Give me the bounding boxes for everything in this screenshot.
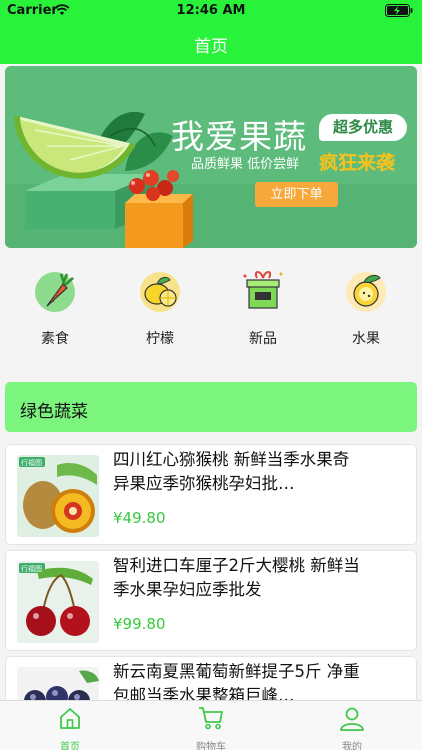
lemon-icon bbox=[140, 272, 180, 312]
category-new[interactable]: 新品 bbox=[213, 262, 313, 348]
banner-headline: 我爱果蔬 bbox=[171, 117, 307, 156]
status-bar: Carrier 12:46 AM bbox=[0, 0, 422, 22]
category-label: 新品 bbox=[249, 331, 277, 347]
nav-bar: 首页 bbox=[0, 22, 422, 64]
product-name: 智利进口车厘子2斤大樱桃 新鲜当季水果孕妇应季批发 bbox=[113, 556, 360, 599]
product-price: ¥49.80 bbox=[113, 509, 166, 527]
cart-icon bbox=[199, 707, 223, 730]
cherry-tag: 行福图 bbox=[21, 565, 42, 573]
category-label: 柠檬 bbox=[146, 331, 174, 347]
fruit-icon bbox=[346, 272, 386, 312]
category-label: 素食 bbox=[41, 331, 69, 347]
order-now-button[interactable]: 立即下单 bbox=[255, 182, 338, 207]
home-icon bbox=[60, 708, 80, 729]
category-vegetarian[interactable]: 素食 bbox=[5, 262, 105, 348]
product-price: ¥99.80 bbox=[113, 615, 166, 633]
banner-slogan: 疯狂来袭 bbox=[319, 152, 396, 174]
tab-cart[interactable]: 购物车 bbox=[141, 701, 281, 750]
tab-label: 首页 bbox=[60, 742, 80, 750]
promo-banner[interactable]: 我爱果蔬 超多优惠 品质鲜果 低价尝鲜 疯狂来袭 立即下单 bbox=[5, 66, 417, 248]
status-time: 12:46 AM bbox=[176, 3, 246, 18]
carrot-icon bbox=[35, 272, 75, 312]
category-row: 素食 柠檬 新品 水果 bbox=[0, 262, 422, 352]
battery-icon bbox=[385, 4, 413, 17]
product-card[interactable]: 行福图 智利进口车厘子2斤大樱桃 新鲜当季水果孕妇应季批发 ¥99.80 bbox=[5, 550, 417, 651]
tab-bar: 首页 购物车 我的 bbox=[0, 700, 422, 750]
gift-box-icon bbox=[243, 271, 283, 309]
tab-profile[interactable]: 我的 bbox=[282, 701, 422, 750]
kiwi-tag: 行福图 bbox=[21, 459, 42, 467]
app-screen: Carrier 12:46 AM 首页 我爱果蔬 超多优惠 品质鲜果 低价尝鲜 … bbox=[0, 0, 422, 750]
tab-label: 购物车 bbox=[196, 742, 226, 750]
tab-label: 我的 bbox=[342, 742, 362, 750]
tab-home[interactable]: 首页 bbox=[0, 701, 140, 750]
section-header: 绿色蔬菜 bbox=[5, 382, 417, 432]
category-lemon[interactable]: 柠檬 bbox=[110, 262, 210, 348]
product-name: 四川红心猕猴桃 新鲜当季水果奇异果应季弥猴桃孕妇批… bbox=[113, 450, 350, 493]
category-fruit[interactable]: 水果 bbox=[316, 262, 416, 348]
banner-badge: 超多优惠 bbox=[319, 114, 407, 141]
section-title: 绿色蔬菜 bbox=[20, 402, 88, 422]
user-icon bbox=[340, 707, 364, 731]
category-label: 水果 bbox=[352, 331, 380, 347]
page-title: 首页 bbox=[194, 37, 228, 57]
product-card[interactable]: 行福图 四川红心猕猴桃 新鲜当季水果奇异果应季弥猴桃孕妇批… ¥49.80 bbox=[5, 444, 417, 545]
banner-subtitle: 品质鲜果 低价尝鲜 bbox=[191, 157, 300, 172]
